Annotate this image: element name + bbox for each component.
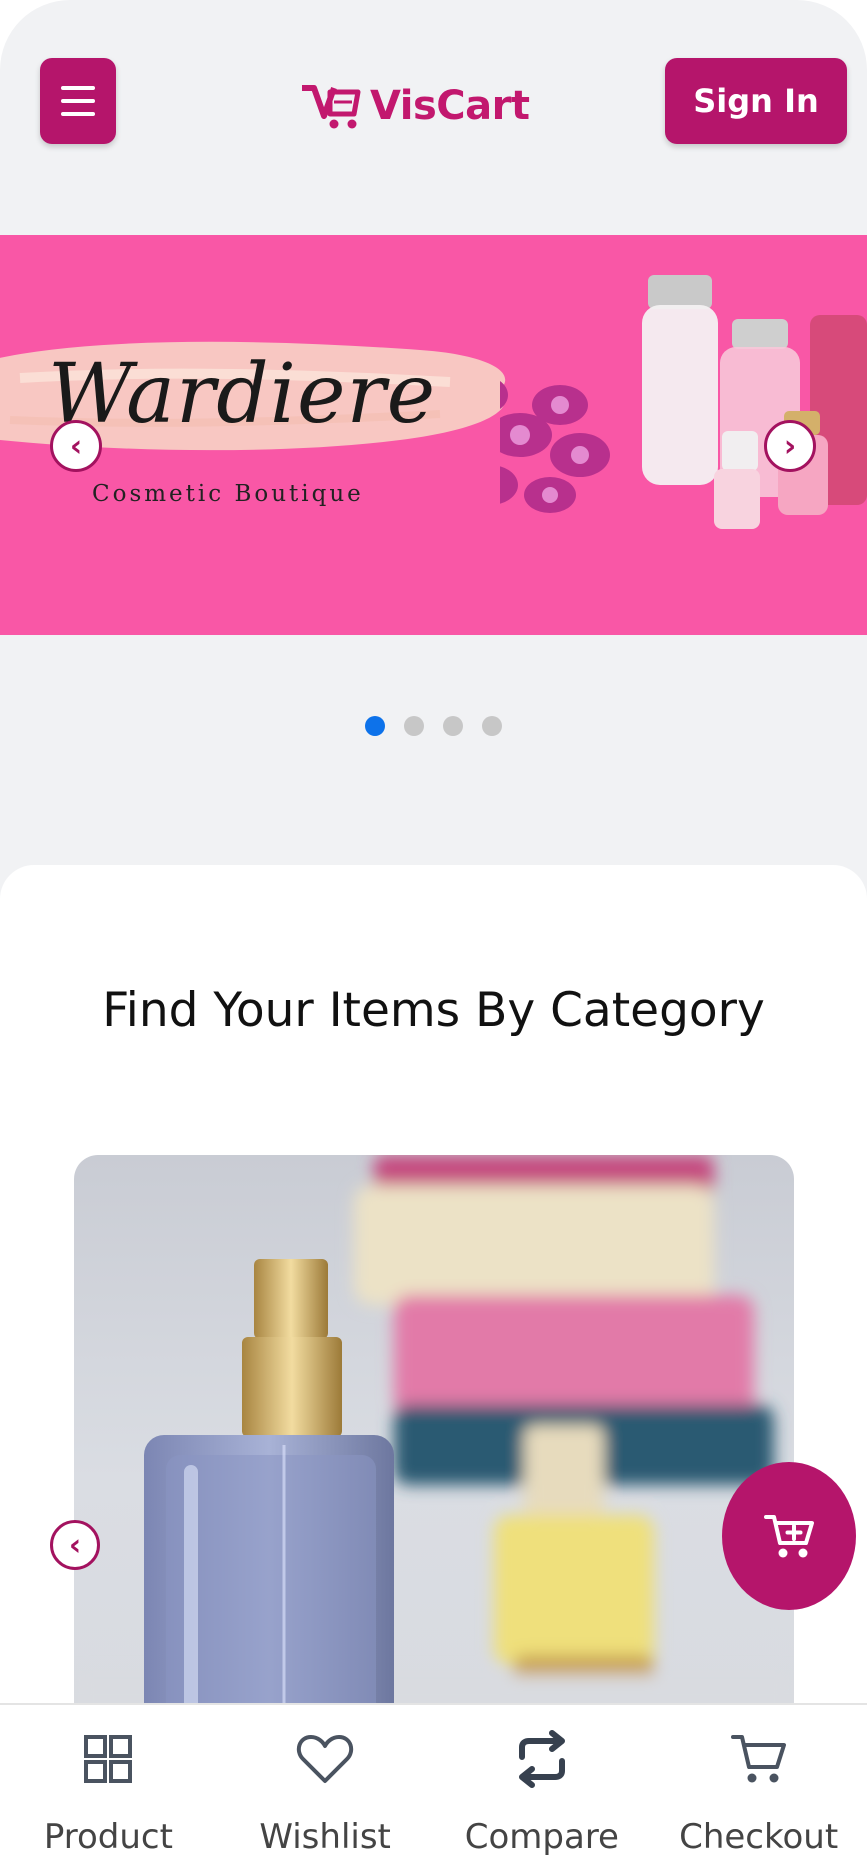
nav-label: Wishlist (259, 1817, 391, 1857)
app-screen: VisCart Sign In Wardiere Cosmetic Boutiq… (0, 0, 867, 1874)
promo-banner[interactable]: Wardiere Cosmetic Boutique ‹ › (0, 235, 867, 635)
heart-icon (296, 1735, 354, 1783)
hamburger-icon-line (61, 99, 95, 103)
swap-icon (518, 1730, 565, 1788)
section-title: Find Your Items By Category (102, 983, 765, 1038)
chevron-right-icon: › (783, 428, 797, 464)
carousel-dot[interactable] (404, 716, 424, 736)
logo-text: VisCart (370, 83, 530, 129)
carousel-dot[interactable] (443, 716, 463, 736)
carousel-indicators (0, 716, 867, 740)
add-to-cart-icon (764, 1515, 814, 1558)
hamburger-icon-line (61, 112, 95, 116)
chevron-left-icon: ‹ (68, 1527, 82, 1563)
cart-icon (730, 1735, 786, 1783)
nav-item-compare[interactable]: Compare (434, 1705, 651, 1874)
brand-tagline: Cosmetic Boutique (92, 481, 364, 507)
sign-in-button[interactable]: Sign In (665, 58, 847, 144)
nav-label: Product (43, 1817, 173, 1857)
grid-icon (84, 1735, 133, 1783)
nav-label: Checkout (679, 1817, 839, 1857)
chevron-left-icon: ‹ (69, 428, 83, 464)
brand-name: Wardiere (48, 347, 437, 442)
bottom-navigation: Product Wishlist Compare Checkout (0, 1703, 867, 1874)
carousel-dot[interactable] (365, 716, 385, 736)
nav-label: Compare (464, 1817, 619, 1857)
category-prev-button[interactable]: ‹ (50, 1520, 100, 1570)
banner-prev-button[interactable]: ‹ (50, 420, 102, 472)
carousel-dot[interactable] (482, 716, 502, 736)
logo[interactable]: VisCart (300, 76, 530, 136)
menu-button[interactable] (40, 58, 116, 144)
nav-item-product[interactable]: Product (0, 1705, 217, 1874)
nav-item-wishlist[interactable]: Wishlist (217, 1705, 434, 1874)
banner-next-button[interactable]: › (764, 420, 816, 472)
viscart-logo-icon (302, 85, 361, 129)
nav-item-checkout[interactable]: Checkout (650, 1705, 867, 1874)
add-to-cart-fab[interactable] (722, 1462, 856, 1610)
hamburger-icon-line (61, 86, 95, 90)
